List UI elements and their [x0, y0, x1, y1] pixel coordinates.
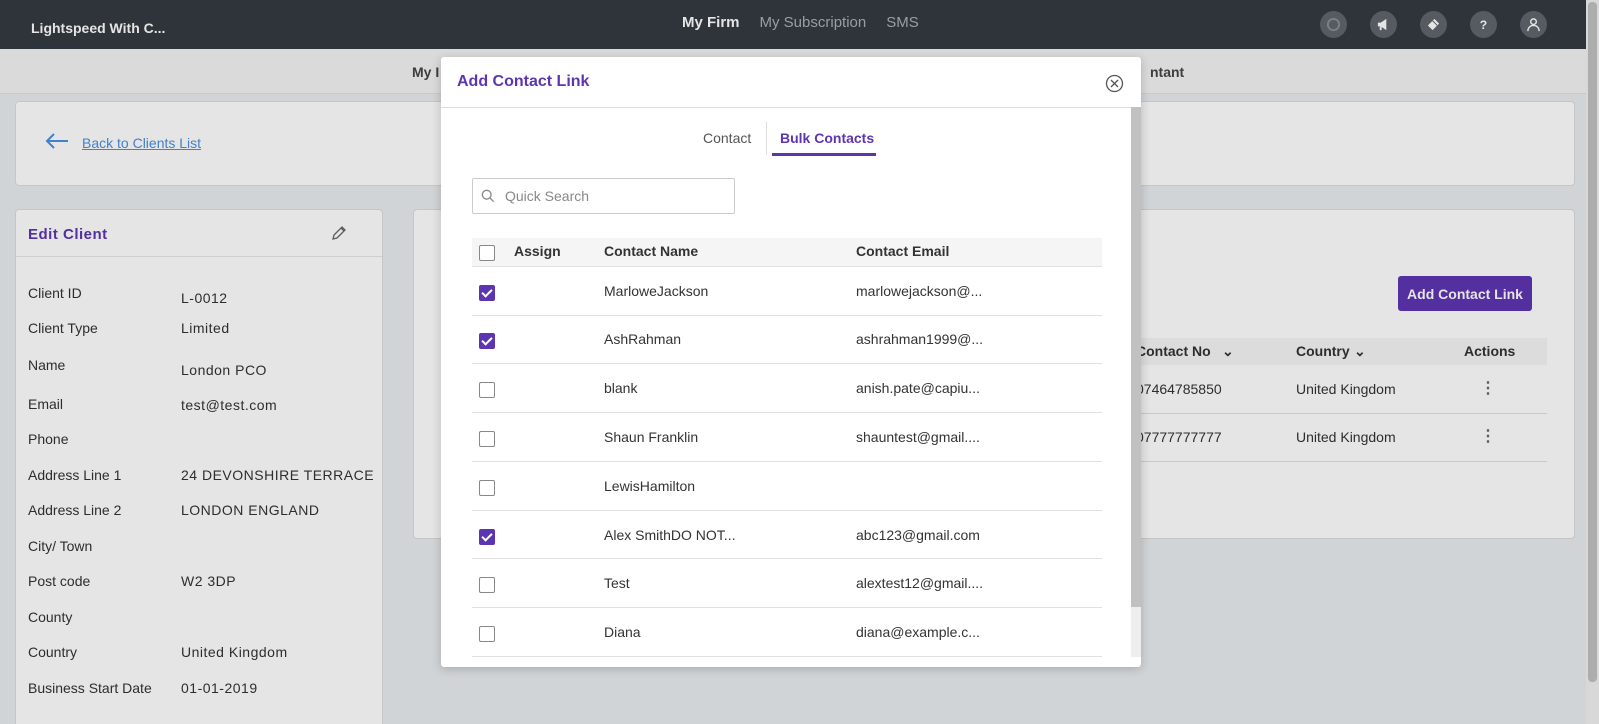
row-divider: [472, 266, 1102, 267]
contact-email-cell: marlowejackson@...: [856, 283, 983, 299]
col-contact-email: Contact Email: [856, 243, 950, 259]
col-assign: Assign: [514, 243, 561, 259]
contact-name-cell: Shaun Franklin: [604, 429, 699, 445]
row-divider: [472, 510, 1102, 511]
contact-name-cell: Alex SmithDO NOT...: [604, 527, 736, 543]
contact-email-cell: shauntest@gmail....: [856, 429, 980, 445]
row-divider: [472, 607, 1102, 608]
contact-name-cell: MarloweJackson: [604, 283, 709, 299]
divider: [441, 107, 1141, 108]
assign-checkbox[interactable]: [479, 333, 495, 349]
assign-checkbox[interactable]: [479, 626, 495, 642]
modal-title: Add Contact Link: [457, 73, 590, 90]
contact-name-cell: blank: [604, 380, 638, 396]
contact-email-cell: abc123@gmail.com: [856, 527, 980, 543]
contact-email-cell: diana@example.c...: [856, 624, 980, 640]
contacts-table-header: [472, 238, 1102, 266]
tab-contact[interactable]: Contact: [703, 130, 751, 146]
row-divider: [472, 558, 1102, 559]
row-divider: [472, 412, 1102, 413]
assign-checkbox[interactable]: [479, 285, 495, 301]
contact-email-cell: anish.pate@capiu...: [856, 380, 980, 396]
assign-checkbox[interactable]: [479, 480, 495, 496]
modal-scrollbar-thumb[interactable]: [1131, 107, 1141, 607]
assign-checkbox[interactable]: [479, 529, 495, 545]
contact-email-cell: alextest12@gmail....: [856, 575, 984, 591]
quick-search: [472, 178, 735, 214]
col-contact-name: Contact Name: [604, 243, 699, 259]
active-tab-indicator: [772, 153, 876, 156]
row-divider: [472, 656, 1102, 657]
assign-checkbox[interactable]: [479, 577, 495, 593]
tab-divider: [766, 122, 767, 155]
close-icon[interactable]: [1105, 74, 1124, 93]
assign-checkbox[interactable]: [479, 382, 495, 398]
search-input[interactable]: [505, 188, 725, 204]
tab-bulk-contacts[interactable]: Bulk Contacts: [780, 130, 874, 146]
row-divider: [472, 363, 1102, 364]
contact-name-cell: Diana: [604, 624, 641, 640]
select-all-checkbox[interactable]: [479, 245, 495, 261]
row-divider: [472, 461, 1102, 462]
contact-name-cell: LewisHamilton: [604, 478, 696, 494]
add-contact-link-modal: Add Contact Link Contact Bulk Contacts A…: [441, 57, 1141, 667]
row-divider: [472, 315, 1102, 316]
search-icon: [481, 189, 495, 203]
contact-name-cell: AshRahman: [604, 331, 682, 347]
contact-name-cell: Test: [604, 575, 630, 591]
assign-checkbox[interactable]: [479, 431, 495, 447]
contact-email-cell: ashrahman1999@...: [856, 331, 984, 347]
